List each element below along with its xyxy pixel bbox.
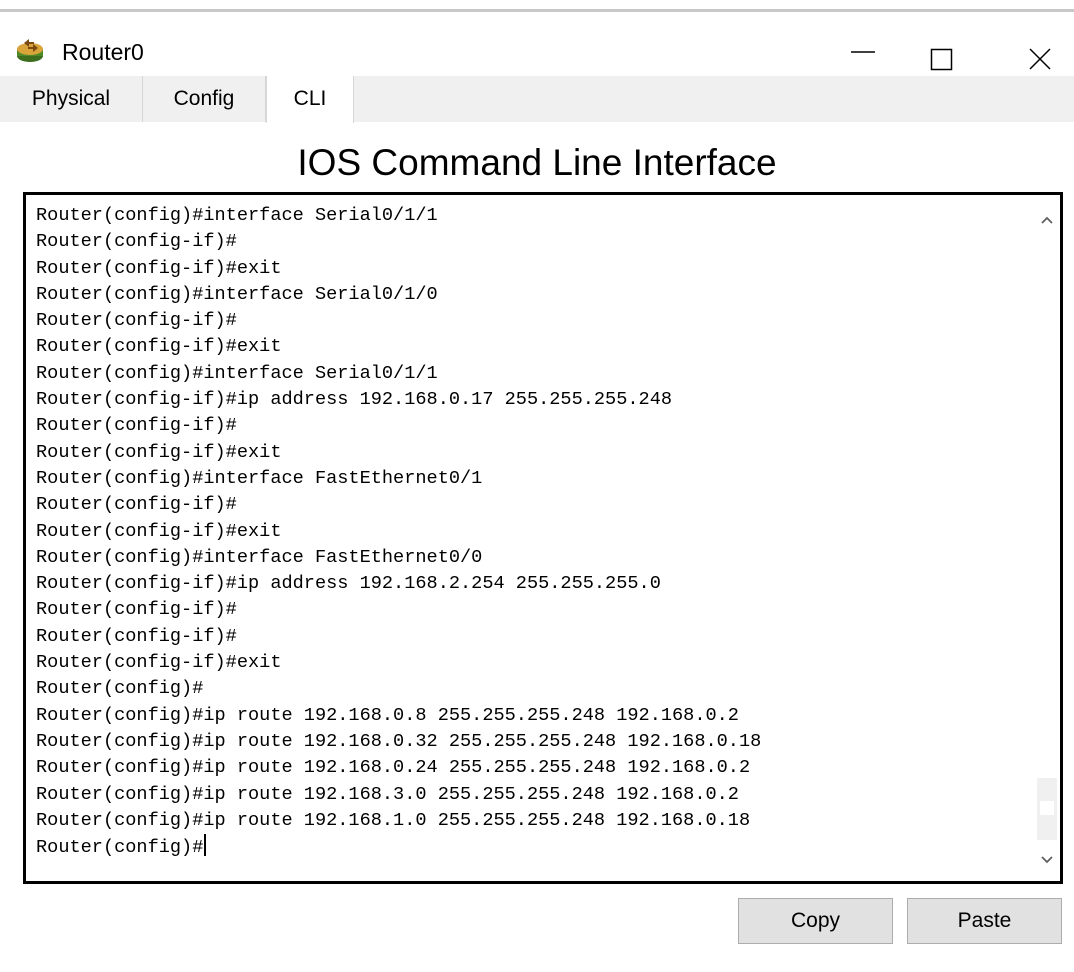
scroll-up-button[interactable] (1034, 207, 1060, 233)
terminal-line: Router(config-if)# (36, 415, 237, 437)
terminal-line: Router(config)#ip route 192.168.0.8 255.… (36, 704, 739, 726)
terminal-line: Router(config-if)#exit (36, 257, 282, 279)
close-icon (1029, 48, 1051, 70)
terminal-line: Router(config)#ip route 192.168.1.0 255.… (36, 809, 751, 831)
chevron-up-icon (1041, 216, 1053, 224)
close-button[interactable] (1006, 28, 1068, 74)
terminal-line: Router(config-if)#exit (36, 520, 282, 542)
terminal-line: Router(config-if)#ip address 192.168.2.2… (36, 573, 661, 595)
terminal-line: Router(config-if)# (36, 310, 237, 332)
maximize-icon (930, 48, 953, 71)
terminal-line: Router(config)#interface FastEthernet0/1 (36, 467, 483, 489)
title-bar: Router0 (0, 14, 1074, 76)
window-top-edge (0, 0, 1074, 12)
page-title: IOS Command Line Interface (297, 142, 777, 183)
tab-cli[interactable]: CLI (266, 76, 354, 123)
scroll-down-button[interactable] (1034, 847, 1060, 873)
terminal-line: Router(config-if)#exit (36, 336, 282, 358)
terminal-line: Router(config)# (36, 678, 204, 700)
terminal-line: Router(config)#interface Serial0/1/1 (36, 362, 438, 384)
maximize-button[interactable] (912, 28, 974, 74)
copy-button[interactable]: Copy (738, 898, 893, 944)
terminal-line: Router(config-if)#ip address 192.168.0.1… (36, 389, 673, 411)
terminal-line: Router(config)#ip route 192.168.0.24 255… (36, 757, 751, 779)
terminal-line: Router(config)#interface Serial0/1/0 (36, 283, 438, 305)
terminal-line: Router(config-if)#exit (36, 652, 282, 674)
terminal-line: Router(config)#ip route 192.168.3.0 255.… (36, 783, 739, 805)
cli-terminal[interactable]: Router(config)#interface Serial0/1/1 Rout… (23, 192, 1063, 884)
paste-button[interactable]: Paste (907, 898, 1062, 944)
terminal-line: Router(config)#ip route 192.168.0.32 255… (36, 730, 762, 752)
window-title: Router0 (62, 39, 144, 65)
terminal-line: Router(config-if)# (36, 494, 237, 516)
terminal-prompt-line[interactable]: Router(config)# (36, 834, 1026, 860)
minimize-button[interactable] (832, 28, 894, 74)
terminal-prompt: Router(config)# (36, 837, 204, 859)
terminal-line: Router(config-if)# (36, 231, 237, 253)
text-cursor (204, 834, 207, 857)
terminal-line: Router(config-if)# (36, 625, 237, 647)
chevron-down-icon (1041, 856, 1053, 864)
terminal-line: Router(config-if)#exit (36, 441, 282, 463)
scroll-thumb-track[interactable] (1037, 778, 1057, 840)
minimize-icon (851, 51, 875, 53)
terminal-line: Router(config)#interface Serial0/1/1 (36, 205, 438, 226)
router-icon (14, 36, 46, 64)
tab-bar: Physical Config CLI (0, 76, 1074, 123)
terminal-line: Router(config)#interface FastEthernet0/0 (36, 546, 483, 568)
tab-physical[interactable]: Physical (0, 76, 143, 122)
scroll-thumb[interactable] (1040, 801, 1054, 815)
cli-output[interactable]: Router(config)#interface Serial0/1/1 Rout… (36, 203, 1026, 860)
terminal-line: Router(config-if)# (36, 599, 237, 621)
vertical-scrollbar[interactable] (1034, 195, 1060, 881)
tab-config[interactable]: Config (143, 76, 266, 122)
